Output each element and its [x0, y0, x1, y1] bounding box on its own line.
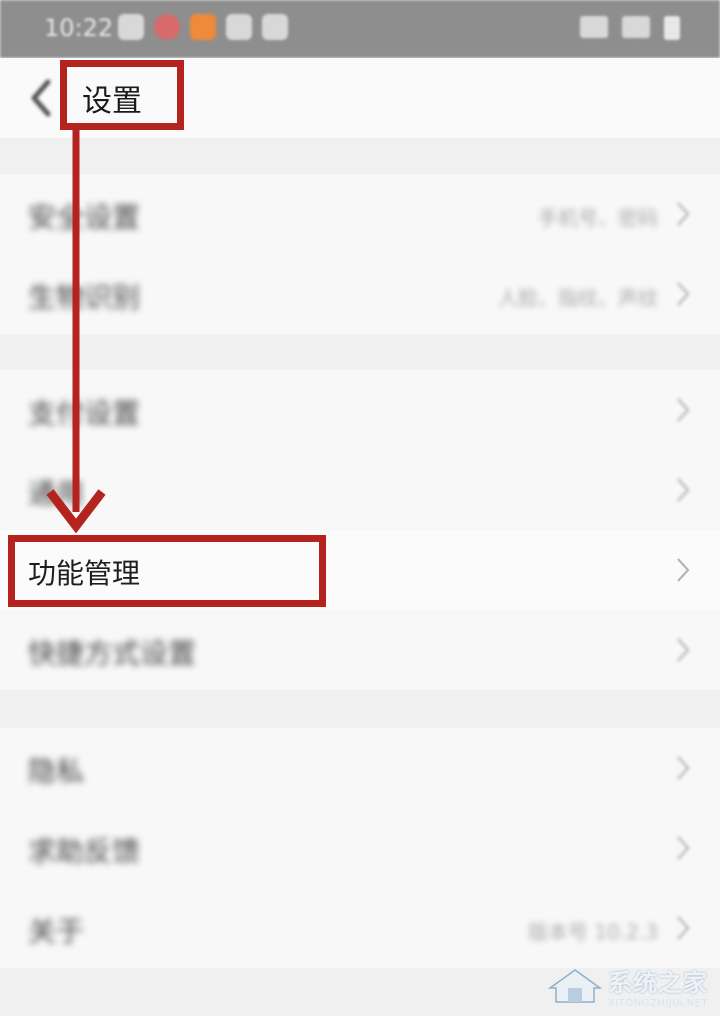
settings-row-shortcuts[interactable]: 快捷方式设置 [0, 610, 720, 690]
system-icons [580, 16, 680, 40]
app-notification-icon [190, 14, 216, 40]
watermark-name: 系统之家 [608, 969, 708, 997]
location-icon [262, 14, 288, 40]
settings-group-security: 安全设置 手机号、密码 生物识别 人脸、指纹、声纹 [0, 174, 720, 334]
settings-group-about: 隐私 求助反馈 关于 版本号 10.2.3 [0, 728, 720, 968]
chevron-right-icon [677, 756, 690, 780]
row-label: 快捷方式设置 [28, 637, 197, 670]
chevron-right-icon [677, 836, 690, 860]
row-value: 人脸、指纹、声纹 [498, 286, 658, 310]
title-highlight-box [60, 60, 184, 130]
app-notification-icon [118, 14, 144, 40]
status-bar: 10:22 [0, 0, 720, 58]
notification-icons [118, 14, 288, 40]
settings-row-about[interactable]: 关于 版本号 10.2.3 [0, 888, 720, 968]
row-label: 安全设置 [28, 201, 141, 234]
app-notification-icon [226, 14, 252, 40]
settings-row-biometric[interactable]: 生物识别 人脸、指纹、声纹 [0, 254, 720, 334]
chevron-right-icon [677, 916, 690, 940]
row-label: 关于 [28, 915, 85, 948]
watermark-url: XITONGZHIJIA.NET [608, 998, 708, 1009]
chevron-right-icon [677, 398, 690, 422]
row-value: 手机号、密码 [538, 206, 658, 230]
house-logo-icon [548, 969, 602, 1003]
settings-group-general: 支付设置 通用 功能管理 快捷方式设置 [0, 370, 720, 690]
chevron-right-icon [677, 558, 690, 582]
site-watermark: 系统之家 XITONGZHIJIA.NET [548, 964, 716, 1009]
settings-row-privacy[interactable]: 隐私 [0, 728, 720, 808]
settings-row-payment[interactable]: 支付设置 [0, 370, 720, 450]
chevron-right-icon [677, 638, 690, 662]
settings-row-security[interactable]: 安全设置 手机号、密码 [0, 174, 720, 254]
chevron-right-icon [677, 202, 690, 226]
row-label: 通用 [28, 477, 85, 510]
settings-row-general[interactable]: 通用 [0, 450, 720, 530]
settings-row-help-feedback[interactable]: 求助反馈 [0, 808, 720, 888]
row-label: 求助反馈 [28, 835, 141, 868]
wifi-icon [622, 16, 650, 38]
chevron-right-icon [677, 282, 690, 306]
feature-management-highlight-box [8, 535, 326, 607]
row-label: 生物识别 [28, 281, 141, 314]
back-arrow-icon[interactable] [28, 78, 54, 118]
signal-icon [580, 16, 608, 38]
row-label: 隐私 [28, 755, 85, 788]
row-value: 版本号 10.2.3 [528, 920, 658, 944]
app-notification-icon [154, 14, 180, 40]
chevron-right-icon [677, 478, 690, 502]
battery-icon [664, 16, 680, 40]
status-time: 10:22 [44, 14, 114, 42]
row-label: 支付设置 [28, 397, 141, 430]
